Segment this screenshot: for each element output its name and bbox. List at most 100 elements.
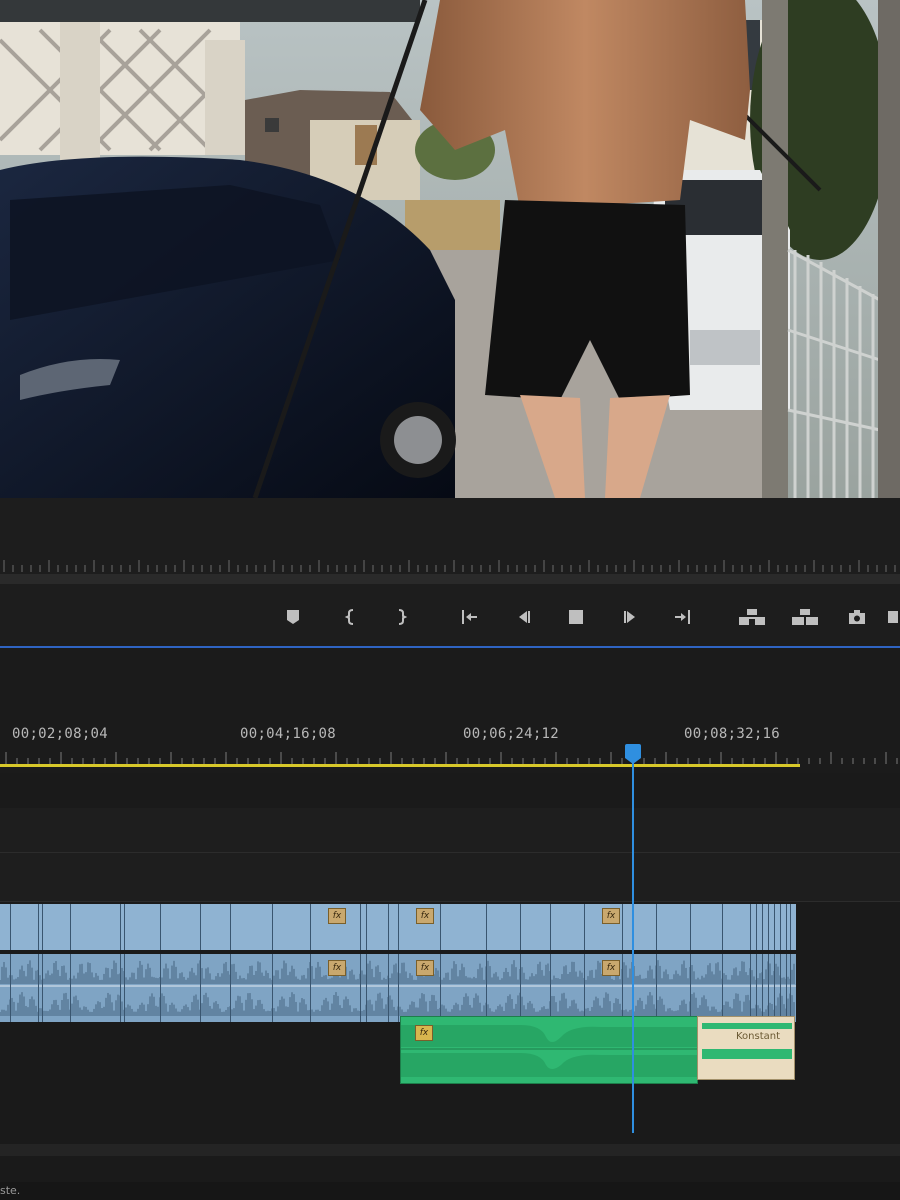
clip-edit-point[interactable] (120, 954, 121, 1022)
clip-edit-point[interactable] (230, 904, 231, 950)
clip-edit-point[interactable] (722, 954, 723, 1022)
clip-edit-point[interactable] (10, 904, 11, 950)
music-waveform (401, 1025, 697, 1077)
fx-badge[interactable]: fx (602, 960, 620, 976)
clip-edit-point[interactable] (120, 904, 121, 950)
clip-edit-point[interactable] (690, 904, 691, 950)
constant-power-transition[interactable]: Konstant (697, 1016, 795, 1080)
video-track-upper[interactable] (0, 808, 900, 853)
go-to-in-button[interactable] (458, 606, 480, 628)
clip-edit-point[interactable] (124, 954, 125, 1022)
mark-in-button[interactable] (340, 606, 362, 628)
add-marker-button[interactable] (282, 606, 304, 628)
clip-edit-point[interactable] (768, 954, 769, 1022)
clip-edit-point[interactable] (230, 954, 231, 1022)
status-bar: ste. (0, 1182, 900, 1200)
program-monitor-frame (0, 0, 900, 498)
export-frame-button[interactable] (846, 606, 868, 628)
clip-edit-point[interactable] (38, 904, 39, 950)
clip-edit-point[interactable] (762, 954, 763, 1022)
extract-button[interactable] (790, 606, 820, 628)
clip-edit-point[interactable] (750, 904, 751, 950)
clip-edit-point[interactable] (656, 904, 657, 950)
music-audio-clip[interactable]: fx (400, 1016, 698, 1084)
fx-badge[interactable]: fx (416, 960, 434, 976)
clip-edit-point[interactable] (656, 954, 657, 1022)
fx-badge[interactable]: fx (602, 908, 620, 924)
clip-edit-point[interactable] (780, 954, 781, 1022)
clip-edit-point[interactable] (272, 904, 273, 950)
clip-edit-point[interactable] (160, 904, 161, 950)
clip-edit-point[interactable] (584, 954, 585, 1022)
clip-edit-point[interactable] (440, 954, 441, 1022)
clip-edit-point[interactable] (10, 954, 11, 1022)
clip-edit-point[interactable] (756, 954, 757, 1022)
clip-edit-point[interactable] (750, 954, 751, 1022)
clip-edit-point[interactable] (388, 954, 389, 1022)
stop-button[interactable] (565, 606, 587, 628)
step-forward-button[interactable] (620, 606, 642, 628)
clip-edit-point[interactable] (622, 904, 623, 950)
clip-edit-point[interactable] (756, 904, 757, 950)
fx-badge[interactable]: fx (328, 908, 346, 924)
clip-edit-point[interactable] (42, 954, 43, 1022)
lift-button[interactable] (737, 606, 767, 628)
clip-edit-point[interactable] (360, 904, 361, 950)
fx-badge[interactable]: fx (328, 960, 346, 976)
clip-edit-point[interactable] (486, 954, 487, 1022)
clip-edit-point[interactable] (550, 954, 551, 1022)
clip-edit-point[interactable] (124, 904, 125, 950)
clip-edit-point[interactable] (774, 954, 775, 1022)
timeline-scrollbar[interactable] (0, 1144, 900, 1156)
step-back-button[interactable] (512, 606, 534, 628)
clip-edit-point[interactable] (70, 904, 71, 950)
clip-edit-point[interactable] (388, 904, 389, 950)
clip-edit-point[interactable] (774, 904, 775, 950)
clip-edit-point[interactable] (780, 904, 781, 950)
video-clip-strip[interactable]: fx fx fx (0, 904, 796, 950)
step-back-icon (519, 611, 530, 623)
clip-edit-point[interactable] (520, 904, 521, 950)
clip-edit-point[interactable] (440, 904, 441, 950)
fx-badge[interactable]: fx (416, 908, 434, 924)
mark-in-icon (344, 609, 354, 625)
video-track-empty[interactable] (0, 853, 900, 902)
clip-edit-point[interactable] (310, 904, 311, 950)
clip-edit-point[interactable] (160, 954, 161, 1022)
clip-edit-point[interactable] (786, 954, 787, 1022)
clip-edit-point[interactable] (360, 954, 361, 1022)
clip-edit-point[interactable] (366, 954, 367, 1022)
clip-edit-point[interactable] (690, 954, 691, 1022)
clip-edit-point[interactable] (520, 954, 521, 1022)
clip-edit-point[interactable] (584, 904, 585, 950)
clip-edit-point[interactable] (398, 904, 399, 950)
clip-edit-point[interactable] (790, 904, 791, 950)
clip-edit-point[interactable] (768, 904, 769, 950)
clip-edit-point[interactable] (200, 904, 201, 950)
clip-edit-point[interactable] (200, 954, 201, 1022)
work-area-bar[interactable] (0, 764, 800, 767)
go-to-out-button[interactable] (672, 606, 694, 628)
mark-out-button[interactable] (390, 606, 412, 628)
clip-edit-point[interactable] (38, 954, 39, 1022)
clip-edit-point[interactable] (366, 904, 367, 950)
clip-edit-point[interactable] (272, 954, 273, 1022)
monitor-time-ruler[interactable] (0, 558, 900, 572)
timeline-panel: 00;02;08;04 00;04;16;08 00;06;24;12 00;0… (0, 648, 900, 1200)
button-editor-button[interactable] (888, 606, 900, 628)
monitor-zoom-bar[interactable] (0, 574, 900, 584)
clip-edit-point[interactable] (70, 954, 71, 1022)
fx-badge[interactable]: fx (415, 1025, 433, 1041)
clip-edit-point[interactable] (398, 954, 399, 1022)
clip-edit-point[interactable] (762, 904, 763, 950)
clip-edit-point[interactable] (622, 954, 623, 1022)
clip-edit-point[interactable] (42, 904, 43, 950)
clip-edit-point[interactable] (486, 904, 487, 950)
clip-edit-point[interactable] (790, 954, 791, 1022)
clip-edit-point[interactable] (786, 904, 787, 950)
clip-edit-point[interactable] (722, 904, 723, 950)
clip-edit-point[interactable] (310, 954, 311, 1022)
playhead-handle[interactable] (625, 744, 641, 764)
clip-edit-point[interactable] (550, 904, 551, 950)
audio-clip-strip[interactable]: fx fx fx (0, 954, 796, 1022)
